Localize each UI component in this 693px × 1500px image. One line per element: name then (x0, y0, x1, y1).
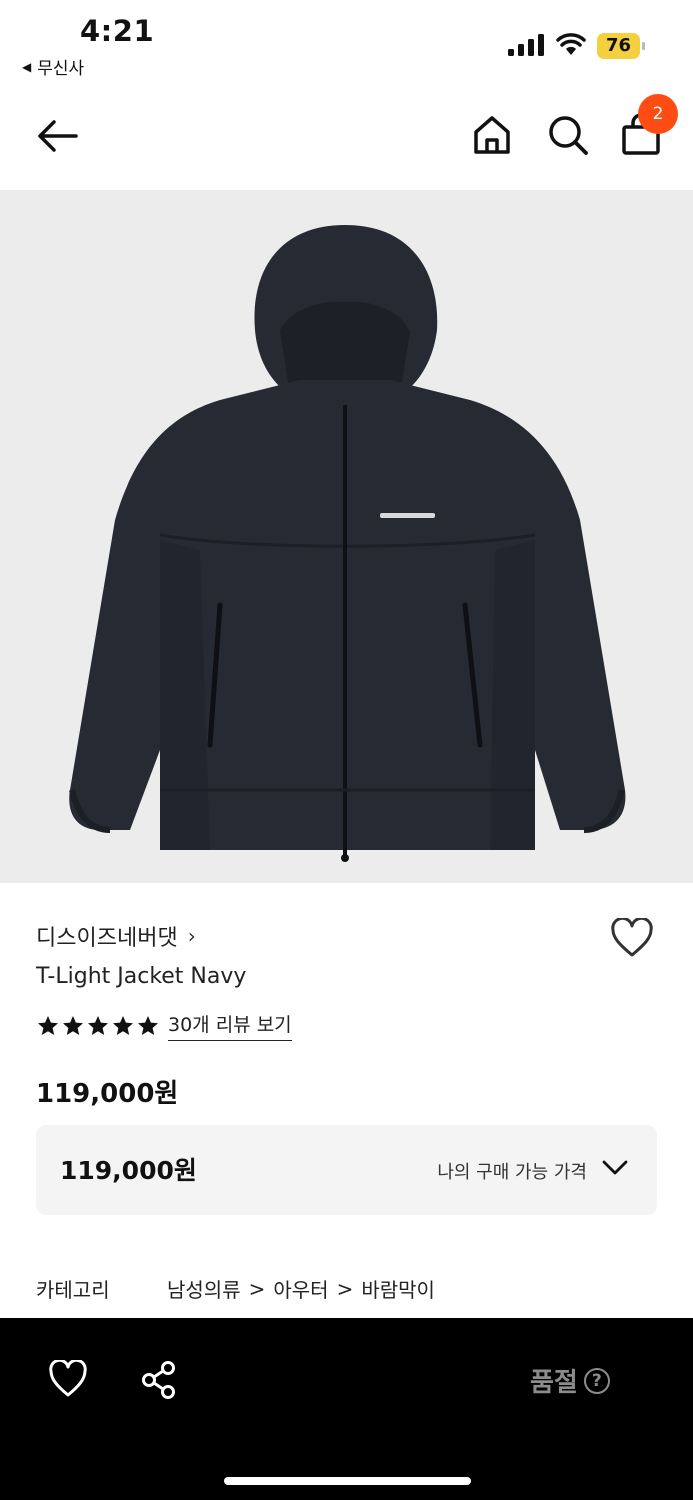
rating-stars (36, 1014, 160, 1038)
bottom-action-bar: 품절 ? (0, 1318, 693, 1500)
top-navigation (0, 92, 693, 190)
category-row: 카테고리 남성의류 > 아우터 > 바람막이 (36, 1274, 435, 1303)
product-image[interactable] (0, 190, 693, 883)
star-icon (63, 1015, 83, 1035)
sold-out-status: 품절 ? (530, 1362, 610, 1399)
brand-name: 디스이즈네버댓 (36, 926, 178, 951)
battery-level: 76 (597, 33, 640, 59)
review-link[interactable]: 30개 리뷰 보기 (168, 1010, 292, 1041)
category-label: 카테고리 (36, 1278, 110, 1302)
back-triangle-icon: ◀ (22, 59, 32, 74)
star-icon (88, 1015, 108, 1035)
category-crumb-2[interactable]: 아우터 (273, 1274, 328, 1303)
my-price-label: 나의 구매 가능 가격 (437, 1162, 587, 1183)
back-app-label: 무신사 (37, 59, 85, 79)
home-indicator (224, 1477, 471, 1485)
status-bar: 4:21 ◀ 무신사 76 (0, 0, 693, 92)
chevron-down-icon (602, 1160, 628, 1175)
chevron-right-icon: › (187, 924, 196, 948)
star-icon (138, 1015, 158, 1035)
category-crumb-3[interactable]: 바람막이 (361, 1274, 435, 1303)
share-icon[interactable] (140, 1360, 178, 1400)
help-circle-icon[interactable]: ? (583, 1367, 610, 1394)
wishlist-heart-icon[interactable] (610, 918, 654, 958)
sold-out-label: 품절 (530, 1368, 578, 1398)
category-crumb-1[interactable]: 남성의류 (167, 1274, 241, 1303)
cart-count-badge: 2 (638, 94, 678, 134)
back-arrow-icon[interactable] (34, 116, 80, 156)
brand-link[interactable]: 디스이즈네버댓 › (36, 920, 196, 952)
search-icon[interactable] (547, 114, 589, 156)
product-price: 119,000원 (36, 1079, 179, 1109)
back-to-app-link[interactable]: ◀ 무신사 (22, 54, 84, 79)
star-icon (38, 1015, 58, 1035)
crumb-separator: > (336, 1276, 354, 1301)
jacket-photo (69, 225, 626, 862)
wifi-icon (556, 33, 586, 55)
rating-row: 30개 리뷰 보기 (36, 1010, 292, 1041)
home-icon[interactable] (472, 114, 512, 156)
my-price-value: 119,000원 (60, 1156, 197, 1185)
heart-icon[interactable] (48, 1360, 88, 1398)
my-price-dropdown[interactable]: 119,000원 나의 구매 가능 가격 (36, 1125, 657, 1215)
status-time: 4:21 (80, 14, 155, 48)
cellular-signal-icon (508, 34, 544, 56)
battery-icon: 76 (597, 33, 645, 59)
product-name: T-Light Jacket Navy (36, 964, 247, 989)
star-icon (113, 1015, 133, 1035)
crumb-separator: > (248, 1276, 266, 1301)
